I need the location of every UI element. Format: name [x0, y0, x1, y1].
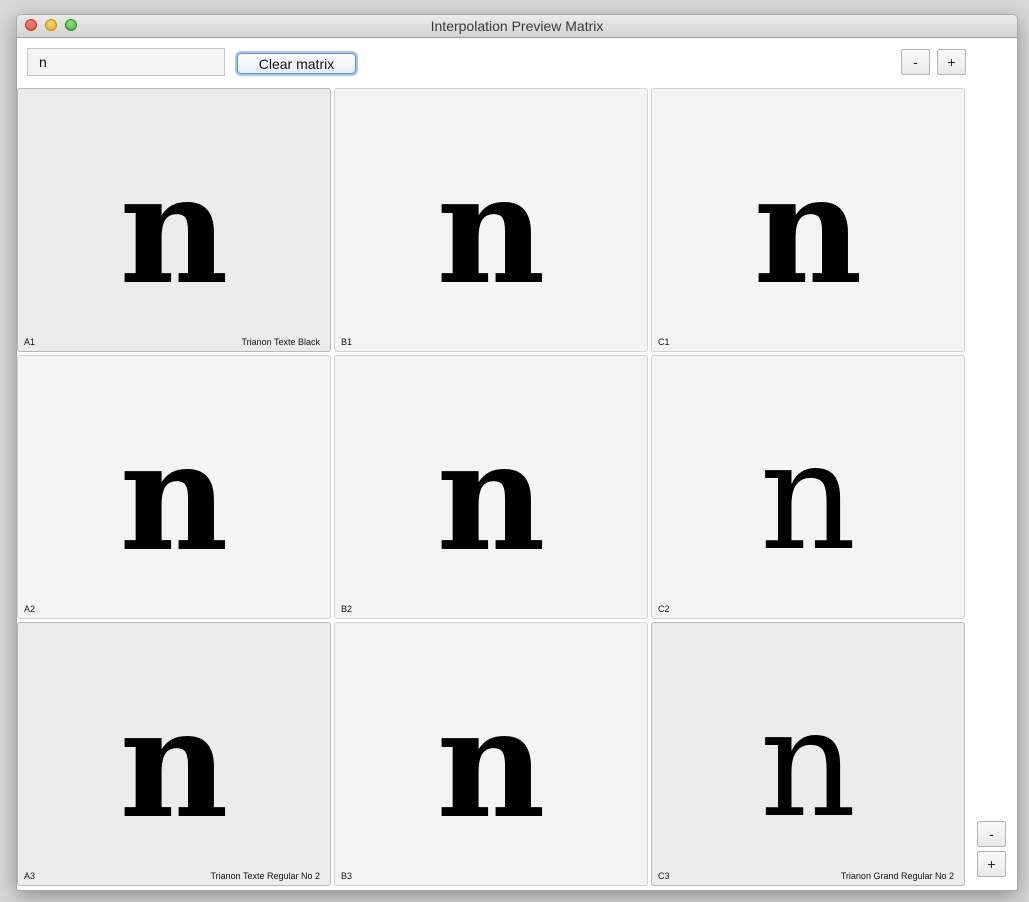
- matrix-cell[interactable]: n A2: [17, 355, 331, 619]
- add-column-button[interactable]: +: [937, 49, 966, 75]
- cell-label: A3: [24, 871, 36, 881]
- cell-label: C1: [658, 337, 670, 347]
- matrix-cell[interactable]: n B1: [334, 88, 648, 352]
- cell-label: A1: [24, 337, 36, 347]
- glyph-preview: n: [436, 676, 546, 852]
- cell-label: B1: [341, 337, 353, 347]
- matrix-cell[interactable]: n C2: [651, 355, 965, 619]
- glyph-preview: n: [436, 142, 546, 318]
- clear-matrix-button[interactable]: Clear matrix: [237, 53, 356, 74]
- master-name: Trianon Texte Regular No 2: [210, 871, 320, 881]
- glyph-input[interactable]: [27, 48, 225, 76]
- remove-column-button[interactable]: -: [901, 49, 930, 75]
- glyph-preview: n: [119, 676, 229, 852]
- window-title: Interpolation Preview Matrix: [430, 18, 604, 34]
- matrix-cell[interactable]: n B2: [334, 355, 648, 619]
- interpolation-matrix: n A1 Trianon Texte Black n B1 n C1 n A2 …: [17, 88, 967, 889]
- preview-matrix-window: Interpolation Preview Matrix Clear matri…: [16, 14, 1018, 891]
- glyph-preview: n: [759, 410, 857, 584]
- glyph-preview: n: [753, 142, 863, 318]
- cell-label: B3: [341, 871, 353, 881]
- glyph-preview: n: [759, 677, 857, 851]
- add-row-button[interactable]: +: [977, 851, 1006, 877]
- cell-label: C2: [658, 604, 670, 614]
- master-name: Trianon Grand Regular No 2: [840, 871, 954, 881]
- master-name: Trianon Texte Black: [241, 337, 320, 347]
- remove-row-button[interactable]: -: [977, 821, 1006, 847]
- glyph-preview: n: [436, 409, 546, 585]
- cell-label: B2: [341, 604, 353, 614]
- matrix-cell[interactable]: n A3 Trianon Texte Regular No 2: [17, 622, 331, 886]
- matrix-cell[interactable]: n A1 Trianon Texte Black: [17, 88, 331, 352]
- glyph-preview: n: [119, 409, 229, 585]
- glyph-preview: n: [119, 142, 229, 318]
- cell-label: C3: [658, 871, 670, 881]
- matrix-cell[interactable]: n B3: [334, 622, 648, 886]
- matrix-cell[interactable]: n C1: [651, 88, 965, 352]
- cell-label: A2: [24, 604, 36, 614]
- title-bar[interactable]: Interpolation Preview Matrix: [17, 15, 1017, 38]
- matrix-cell[interactable]: n C3 Trianon Grand Regular No 2: [651, 622, 965, 886]
